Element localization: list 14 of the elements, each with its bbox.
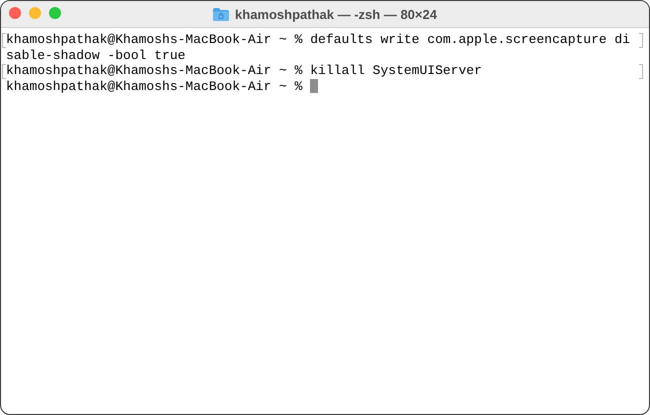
line-mark: [2, 33, 6, 48]
text-cursor: [310, 79, 318, 94]
folder-icon: [213, 8, 230, 20]
zoom-button[interactable]: [49, 7, 61, 19]
terminal-line: sable-shadow -bool true: [6, 48, 186, 63]
terminal-line: khamoshpathak@Khamoshs-MacBook-Air ~ % defaults write com.apple.screencapture di: [6, 32, 630, 48]
terminal-line: khamoshpathak@Khamoshs-MacBook-Air ~ % killall SystemUIServer: [6, 63, 482, 78]
minimize-button[interactable]: [29, 7, 41, 19]
terminal-line: khamoshpathak@Khamoshs-MacBook-Air ~ %: [6, 78, 304, 94]
line-mark: [2, 64, 6, 79]
line-mark: [639, 33, 643, 48]
window-title: khamoshpathak — -zsh — 80×24: [235, 6, 437, 22]
close-button[interactable]: [9, 7, 21, 19]
line-mark: [639, 64, 643, 79]
